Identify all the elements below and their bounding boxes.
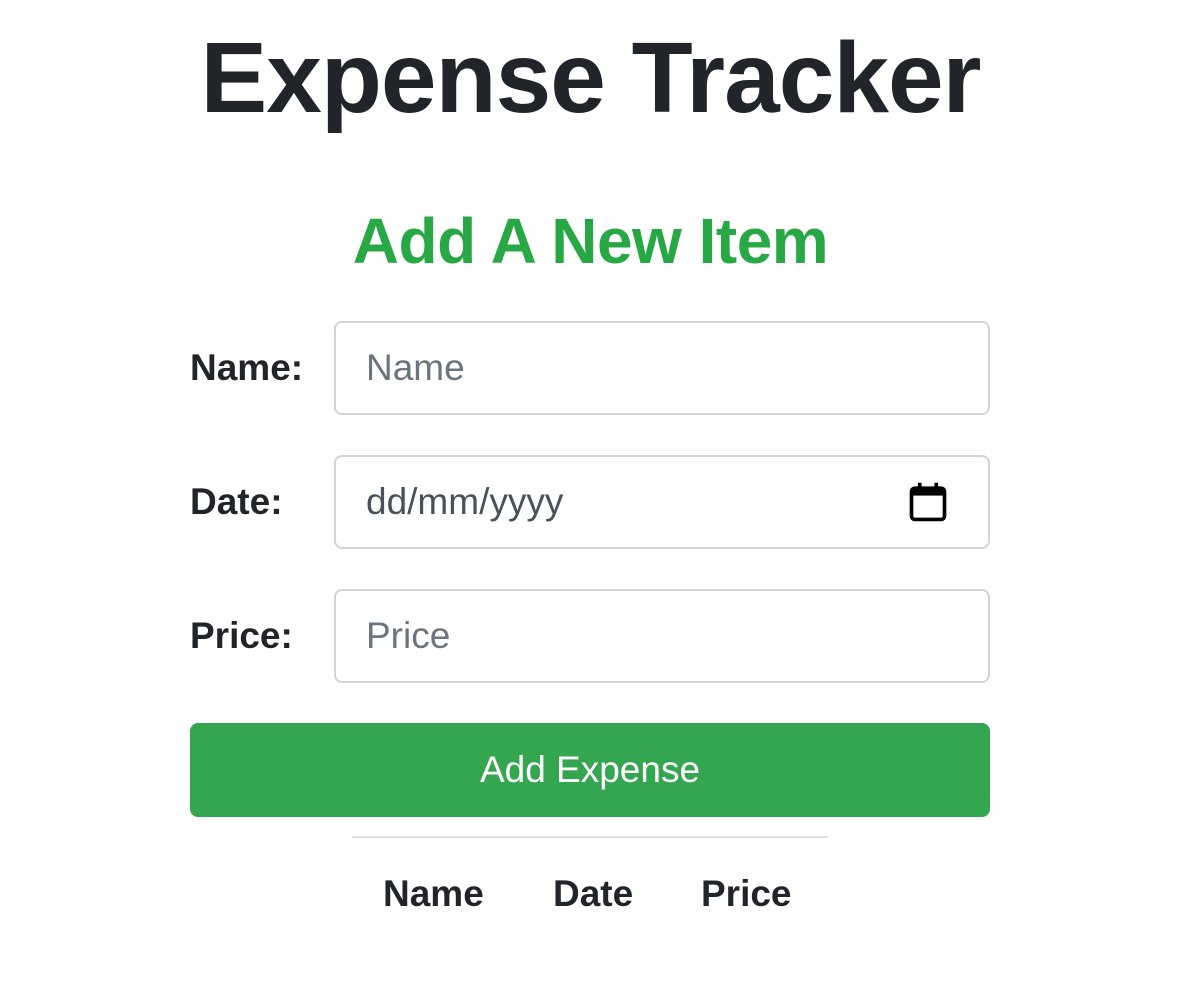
date-placeholder: dd/mm/yyyy [366, 481, 564, 522]
price-row: Price: [190, 589, 990, 683]
calendar-icon[interactable] [906, 480, 950, 524]
name-input[interactable] [334, 321, 990, 415]
app-title: Expense Tracker [200, 22, 982, 134]
name-label: Name: [190, 347, 304, 388]
table-divider [352, 836, 828, 838]
add-expense-button[interactable]: Add Expense [190, 723, 990, 817]
column-header-name: Name [383, 873, 484, 914]
column-header-date: Date [553, 873, 634, 914]
date-row: Date: dd/mm/yyyy [190, 455, 990, 549]
name-row: Name: [190, 321, 990, 415]
column-header-price: Price [701, 873, 792, 914]
date-input[interactable]: dd/mm/yyyy [334, 455, 990, 549]
date-label: Date: [190, 481, 283, 522]
price-input[interactable] [334, 589, 990, 683]
add-item-heading: Add A New Item [352, 205, 829, 277]
price-label: Price: [190, 615, 293, 656]
